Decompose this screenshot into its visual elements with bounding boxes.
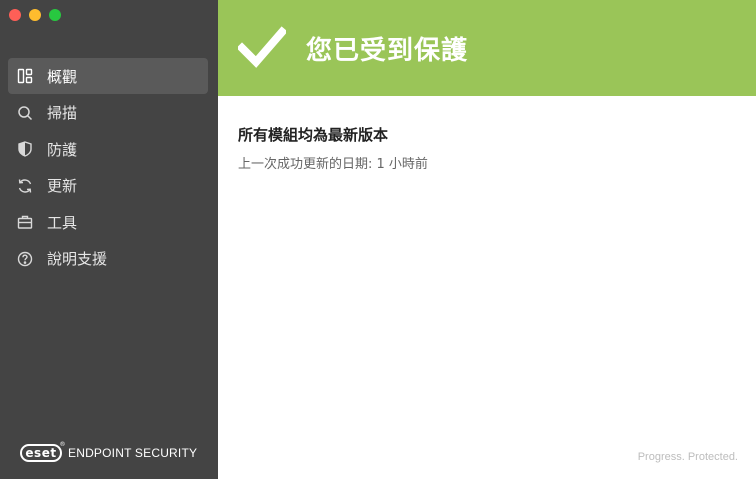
sidebar: 概觀 掃描 防護 更新 工具 說明支援 eset ® ENDPOINT SECU… (0, 0, 218, 479)
shield-icon (17, 141, 33, 157)
registered-mark: ® (59, 441, 66, 448)
overview-icon (17, 68, 33, 84)
sidebar-item-scan[interactable]: 掃描 (8, 95, 208, 131)
sidebar-item-label: 工具 (47, 213, 78, 232)
sidebar-item-protection[interactable]: 防護 (8, 131, 208, 167)
app-window: 概觀 掃描 防護 更新 工具 說明支援 eset ® ENDPOINT SECU… (0, 0, 756, 479)
sidebar-item-label: 說明支援 (47, 250, 108, 268)
sidebar-item-label: 掃描 (47, 104, 78, 122)
protection-status-banner: 您已受到保護 (218, 0, 756, 96)
eset-logo-text: eset (25, 446, 57, 460)
protection-status-title: 您已受到保護 (306, 35, 469, 66)
sidebar-item-help[interactable]: 說明支援 (8, 241, 208, 277)
checkmark-icon (238, 26, 286, 68)
refresh-icon (17, 178, 33, 194)
window-controls (9, 9, 61, 21)
minimize-window-button[interactable] (29, 9, 41, 21)
briefcase-icon (17, 214, 33, 230)
eset-logo: eset ® (20, 441, 66, 462)
product-name: ENDPOINT SECURITY (68, 446, 198, 460)
sidebar-item-label: 更新 (47, 177, 78, 195)
maximize-window-button[interactable] (49, 9, 61, 21)
modules-status-title: 所有模組均為最新版本 (238, 126, 389, 144)
sidebar-item-tools[interactable]: 工具 (8, 204, 208, 240)
last-update-info: 上一次成功更新的日期: 1 小時前 (238, 157, 428, 172)
sidebar-item-label: 防護 (47, 140, 78, 159)
close-window-button[interactable] (9, 9, 21, 21)
sidebar-item-update[interactable]: 更新 (8, 168, 208, 204)
search-icon (17, 105, 33, 121)
sidebar-item-label: 概觀 (47, 67, 78, 86)
status-content: 所有模組均為最新版本 上一次成功更新的日期: 1 小時前 (218, 96, 756, 200)
sidebar-nav: 概觀 掃描 防護 更新 工具 說明支援 (8, 58, 208, 277)
sidebar-item-overview[interactable]: 概觀 (8, 58, 208, 94)
main-panel: 您已受到保護 所有模組均為最新版本 上一次成功更新的日期: 1 小時前 Prog… (218, 0, 756, 479)
product-brand: eset ® ENDPOINT SECURITY (20, 441, 198, 462)
footer-tagline: Progress. Protected. (637, 451, 738, 463)
help-icon (17, 251, 33, 267)
